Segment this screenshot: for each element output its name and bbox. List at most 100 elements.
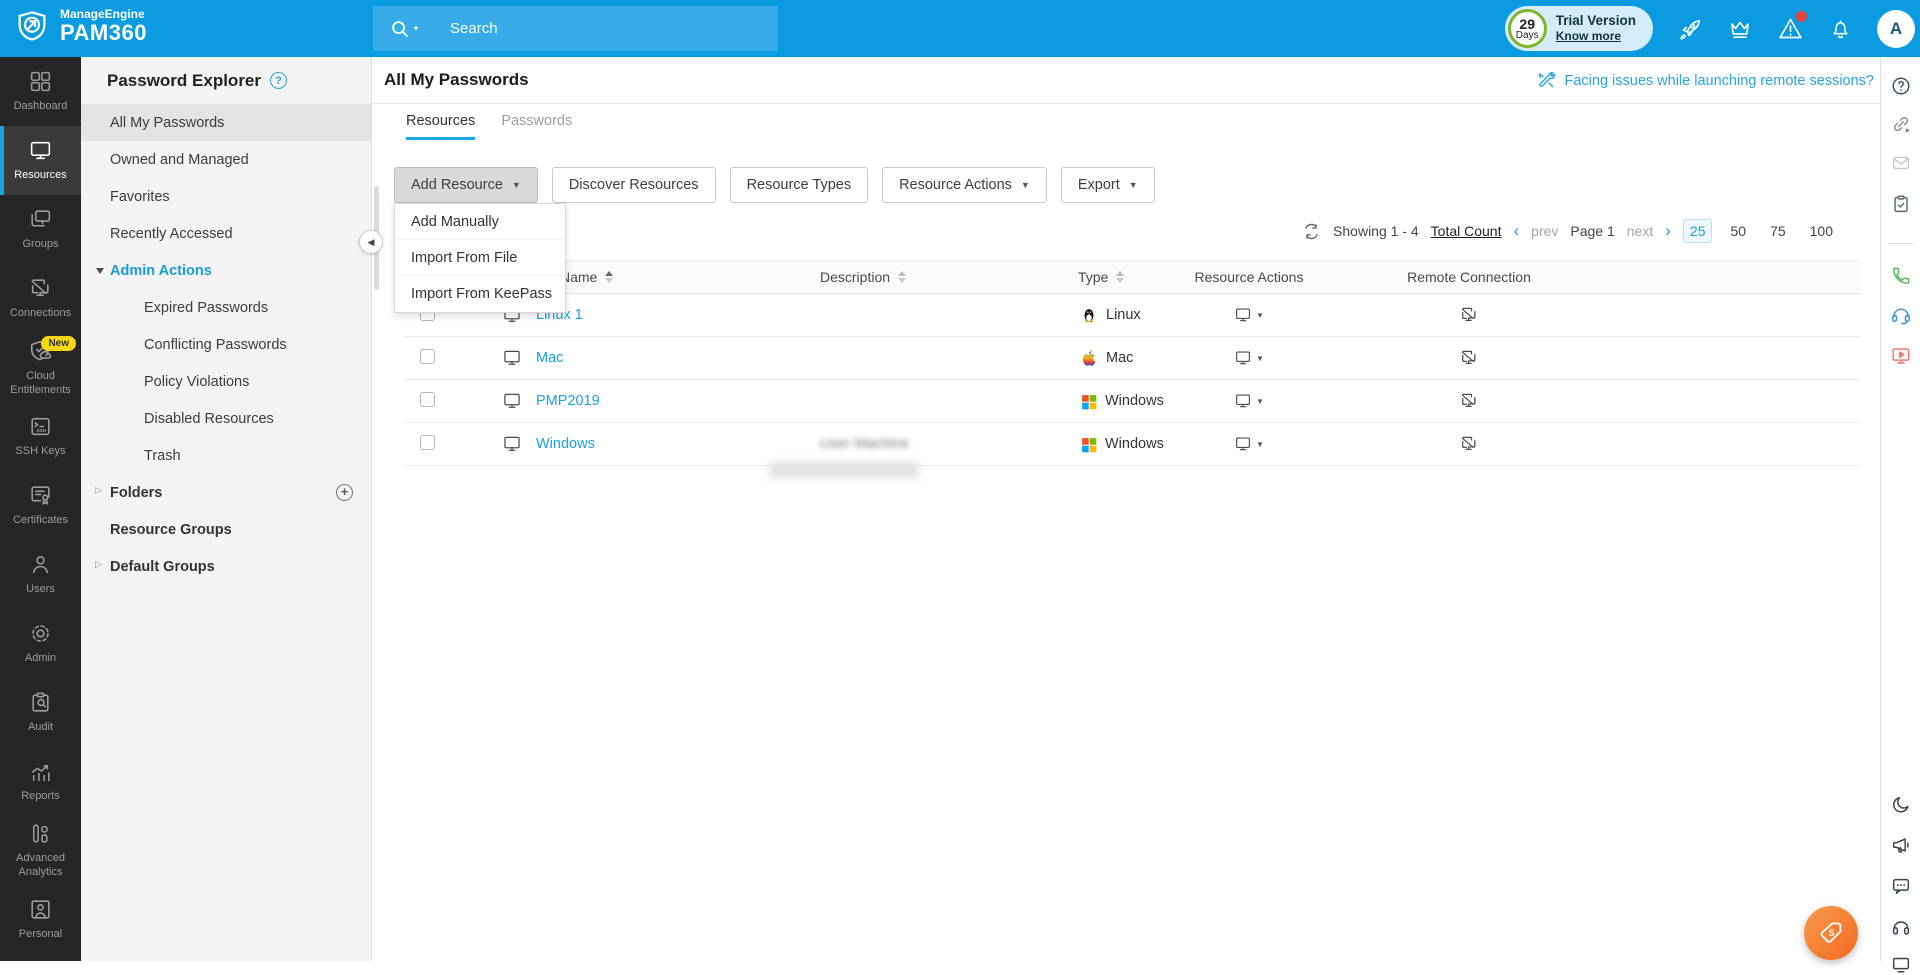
explorer-item-recently-accessed[interactable]: Recently Accessed xyxy=(81,215,371,252)
monitor-dropdown-icon[interactable]: ▼ xyxy=(1234,435,1264,453)
page-size-75[interactable]: 75 xyxy=(1764,220,1792,242)
brand-logo[interactable]: ManageEngine PAM360 xyxy=(14,8,147,45)
user-avatar[interactable]: A xyxy=(1877,10,1915,48)
explorer-item-admin-actions[interactable]: Admin Actions xyxy=(81,252,371,289)
resource-types-button[interactable]: Resource Types xyxy=(730,167,869,203)
sidebar-item-dashboard[interactable]: Dashboard xyxy=(0,57,81,126)
sidebar-item-resources[interactable]: Resources xyxy=(0,126,81,195)
sort-icon[interactable] xyxy=(898,271,906,283)
trial-version-badge[interactable]: 29 Days Trial Version Know more xyxy=(1505,6,1653,51)
collapsed-triangle-icon[interactable]: ▷ xyxy=(95,485,102,496)
bell-icon[interactable] xyxy=(1828,16,1853,41)
remote-session-icon[interactable] xyxy=(1459,305,1479,325)
headset-icon[interactable] xyxy=(1889,304,1912,327)
row-checkbox[interactable] xyxy=(420,392,435,407)
refresh-icon[interactable] xyxy=(1302,222,1321,241)
total-count-link[interactable]: Total Count xyxy=(1431,223,1502,239)
prev-chevron-icon[interactable]: ‹ xyxy=(1513,221,1519,241)
sidebar-item-admin[interactable]: Admin xyxy=(0,609,81,678)
explorer-item-resource-groups[interactable]: Resource Groups xyxy=(81,511,371,548)
next-button[interactable]: next xyxy=(1627,223,1653,239)
resource-actions-button[interactable]: Resource Actions▼ xyxy=(882,167,1047,203)
next-chevron-icon[interactable]: › xyxy=(1665,221,1671,241)
sidebar-item-connections[interactable]: Connections xyxy=(0,264,81,333)
explorer-item-disabled-resources[interactable]: Disabled Resources xyxy=(81,400,371,437)
device-icon[interactable] xyxy=(1890,953,1912,975)
resource-name-link[interactable]: PMP2019 xyxy=(536,393,600,409)
monitor-dropdown-icon[interactable]: ▼ xyxy=(1234,306,1264,324)
explorer-item-favorites[interactable]: Favorites xyxy=(81,178,371,215)
col-resource-actions: Resource Actions xyxy=(1195,269,1304,285)
clipboard-check-icon[interactable] xyxy=(1890,193,1912,215)
explorer-item-owned-and-managed[interactable]: Owned and Managed xyxy=(81,141,371,178)
menu-item-import-from-keepass[interactable]: Import From KeePass xyxy=(395,276,565,312)
alert-icon[interactable] xyxy=(1777,15,1804,42)
session-play-icon[interactable] xyxy=(1890,345,1912,367)
prev-button[interactable]: prev xyxy=(1531,223,1558,239)
explorer-item-expired-passwords[interactable]: Expired Passwords xyxy=(81,289,371,326)
search-icon[interactable]: ▾ xyxy=(389,18,418,40)
sidebar-item-groups[interactable]: Groups xyxy=(0,195,81,264)
resource-type: Windows xyxy=(1105,436,1164,452)
menu-item-import-from-file[interactable]: Import From File xyxy=(395,240,565,276)
monitor-icon xyxy=(502,391,522,411)
sort-icon[interactable] xyxy=(605,271,613,283)
sidebar-item-advanced-analytics[interactable]: Advanced Analytics xyxy=(0,816,81,885)
explorer-item-all-my-passwords[interactable]: All My Passwords xyxy=(81,104,371,141)
remote-session-icon[interactable] xyxy=(1459,391,1479,411)
plus-circle-icon[interactable]: + xyxy=(336,484,353,501)
divider xyxy=(1888,243,1913,244)
collapsed-triangle-icon[interactable]: ▷ xyxy=(95,559,102,570)
page-size-50[interactable]: 50 xyxy=(1724,220,1752,242)
tab-resources[interactable]: Resources xyxy=(406,113,475,140)
sidebar-item-reports[interactable]: Reports xyxy=(0,747,81,816)
mail-icon[interactable] xyxy=(1890,152,1912,174)
dark-mode-moon-icon[interactable] xyxy=(1890,794,1912,816)
sidebar-item-audit[interactable]: Audit xyxy=(0,678,81,747)
sidebar-item-cloud-entitlements[interactable]: New Cloud Entitlements xyxy=(0,333,81,402)
user-icon xyxy=(28,552,53,577)
discover-resources-button[interactable]: Discover Resources xyxy=(552,167,716,203)
resource-name-link[interactable]: Windows xyxy=(536,436,595,452)
page-size-100[interactable]: 100 xyxy=(1804,220,1839,242)
help-circle-icon[interactable] xyxy=(1890,75,1912,97)
expanded-triangle-icon[interactable] xyxy=(96,268,104,274)
know-more-link[interactable]: Know more xyxy=(1556,29,1636,44)
row-checkbox[interactable] xyxy=(420,435,435,450)
sidebar-item-certificates[interactable]: Certificates xyxy=(0,471,81,540)
row-checkbox[interactable] xyxy=(420,349,435,364)
explorer-item-conflicting-passwords[interactable]: Conflicting Passwords xyxy=(81,326,371,363)
link-icon[interactable] xyxy=(1890,114,1912,136)
sidebar-collapse-button[interactable]: ◀ xyxy=(359,230,383,254)
sidebar-item-users[interactable]: Users xyxy=(0,540,81,609)
explorer-item-policy-violations[interactable]: Policy Violations xyxy=(81,363,371,400)
headphones-icon[interactable] xyxy=(1890,916,1912,938)
page-size-25[interactable]: 25 xyxy=(1683,219,1713,243)
table-row: Windows User Machine Windows ▼ xyxy=(404,423,1860,466)
sidebar-item-personal[interactable]: Personal xyxy=(0,885,81,954)
remote-session-help-link[interactable]: Facing issues while launching remote ses… xyxy=(1536,70,1875,91)
explorer-item-folders[interactable]: ▷Folders+ xyxy=(81,474,371,511)
monitor-dropdown-icon[interactable]: ▼ xyxy=(1234,349,1264,367)
global-search-input[interactable]: ▾ Search xyxy=(373,6,778,51)
megaphone-icon[interactable] xyxy=(1890,834,1912,856)
menu-item-add-manually[interactable]: Add Manually xyxy=(395,204,565,240)
sort-icon[interactable] xyxy=(1116,271,1124,283)
explorer-item-default-groups[interactable]: ▷Default Groups xyxy=(81,548,371,585)
export-button[interactable]: Export▼ xyxy=(1061,167,1155,203)
chat-icon[interactable] xyxy=(1890,875,1912,897)
remote-session-icon[interactable] xyxy=(1459,348,1479,368)
monitor-dropdown-icon[interactable]: ▼ xyxy=(1234,392,1264,410)
explorer-item-trash[interactable]: Trash xyxy=(81,437,371,474)
crown-icon[interactable] xyxy=(1727,16,1753,42)
resource-name-link[interactable]: Mac xyxy=(536,350,563,366)
add-resource-button[interactable]: Add Resource▼ xyxy=(394,167,538,203)
remote-session-icon[interactable] xyxy=(1459,434,1479,454)
sidebar-item-ssh-keys[interactable]: SSH SSH Keys xyxy=(0,402,81,471)
tab-passwords[interactable]: Passwords xyxy=(501,113,572,140)
rocket-icon[interactable] xyxy=(1677,16,1703,42)
search-scope-caret-icon[interactable]: ▾ xyxy=(414,24,418,33)
phone-icon[interactable] xyxy=(1890,265,1912,287)
offer-fab[interactable]: S xyxy=(1804,906,1858,960)
help-circle-icon[interactable]: ? xyxy=(270,72,287,89)
